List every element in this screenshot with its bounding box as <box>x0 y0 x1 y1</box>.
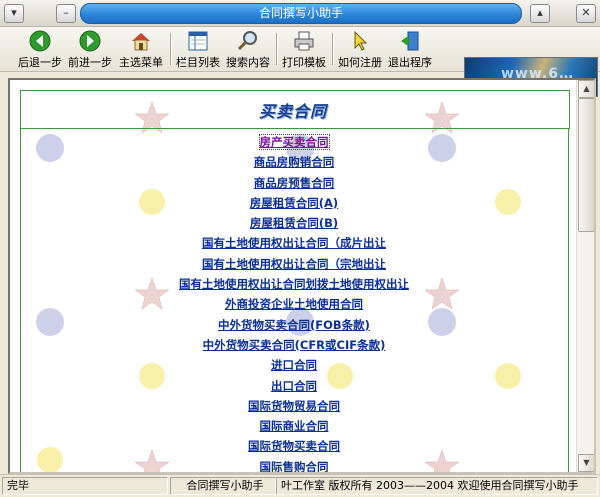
contract-link[interactable]: 国际商业合同 <box>20 416 568 436</box>
window-title: 合同撰写小助手 <box>80 3 522 24</box>
exit-button[interactable]: 退出程序 <box>388 30 432 69</box>
contract-link[interactable]: 国有土地使用权出让合同（成片出让 <box>20 233 568 253</box>
back-arrow-icon <box>29 30 51 52</box>
magnifier-icon <box>237 30 259 52</box>
maximize-button[interactable]: ▴ <box>530 4 550 23</box>
contract-link[interactable]: 出口合同 <box>20 376 568 396</box>
system-menu-button[interactable]: ▾ <box>4 4 24 23</box>
contract-link[interactable]: 房产买卖合同 <box>20 132 568 152</box>
page-heading: 买卖合同 <box>258 102 327 121</box>
print-template-button[interactable]: 打印模板 <box>282 30 326 69</box>
contract-link[interactable]: 进口合同 <box>20 355 568 375</box>
print-template-label: 打印模板 <box>282 56 326 69</box>
how-to-register-button[interactable]: 如何注册 <box>338 30 382 69</box>
toolbar: 后退一步 前进一步 主选菜单 栏目列表 搜索内容 打印模板 如何注册 退出程序 … <box>0 27 600 97</box>
contract-link[interactable]: 国际货物贸易合同 <box>20 396 568 416</box>
contract-link[interactable]: 中外货物买卖合同(CFR或CIF条款) <box>20 335 568 355</box>
column-list-label: 栏目列表 <box>176 56 220 69</box>
exit-icon <box>399 30 421 52</box>
contract-link[interactable]: 外商投资企业土地使用合同 <box>20 294 568 314</box>
contract-link[interactable]: 中外货物买卖合同(FOB条款) <box>20 315 568 335</box>
content-area: 买卖合同 房产买卖合同 商品房购销合同 商品房预售合同 房屋租赁合同(A) 房屋… <box>10 80 576 472</box>
back-button[interactable]: 后退一步 <box>18 30 62 69</box>
pointer-icon <box>349 30 371 52</box>
scroll-down-button[interactable]: ▼ <box>578 454 594 472</box>
column-list-button[interactable]: 栏目列表 <box>176 30 220 69</box>
heading-divider <box>20 128 568 129</box>
back-label: 后退一步 <box>18 56 62 69</box>
status-middle: 合同撰写小助手 <box>170 477 276 495</box>
status-left: 完毕 <box>2 477 168 495</box>
contract-link-list: 房产买卖合同 商品房购销合同 商品房预售合同 房屋租赁合同(A) 房屋租赁合同(… <box>20 132 568 472</box>
contract-link[interactable]: 国有土地使用权出让合同（宗地出让 <box>20 254 568 274</box>
contract-link[interactable]: 国际货物买卖合同 <box>20 436 568 456</box>
scroll-up-button[interactable]: ▲ <box>578 80 594 98</box>
printer-icon <box>293 30 315 52</box>
contract-link[interactable]: 国际售购合同 <box>20 457 568 472</box>
app-window: ▾ – 合同撰写小助手 ▴ ✕ 后退一步 前进一步 主选菜单 栏目列表 搜索内容… <box>0 0 600 497</box>
main-menu-label: 主选菜单 <box>119 56 163 69</box>
scroll-thumb[interactable] <box>578 98 594 232</box>
status-right: 叶工作室 版权所有 2003——2004 欢迎使用合同撰写小助手 <box>276 477 598 495</box>
exit-label: 退出程序 <box>388 56 432 69</box>
contract-link[interactable]: 商品房购销合同 <box>20 152 568 172</box>
forward-arrow-icon <box>79 30 101 52</box>
contract-link[interactable]: 房屋租赁合同(A) <box>20 193 568 213</box>
list-icon <box>187 30 209 52</box>
title-bar: ▾ – 合同撰写小助手 ▴ ✕ <box>0 0 600 27</box>
search-label: 搜索内容 <box>226 56 270 69</box>
vertical-scrollbar[interactable]: ▲ ▼ <box>576 80 594 472</box>
forward-label: 前进一步 <box>68 56 112 69</box>
minimize-button[interactable]: – <box>56 4 76 23</box>
how-to-register-label: 如何注册 <box>338 56 382 69</box>
contract-link[interactable]: 房屋租赁合同(B) <box>20 213 568 233</box>
main-menu-button[interactable]: 主选菜单 <box>118 30 164 69</box>
right-border-line <box>568 128 569 472</box>
home-icon <box>130 30 152 52</box>
contract-link[interactable]: 国有土地使用权出让合同划拨土地使用权出让 <box>20 274 568 294</box>
forward-button[interactable]: 前进一步 <box>68 30 112 69</box>
close-button[interactable]: ✕ <box>576 4 596 23</box>
search-button[interactable]: 搜索内容 <box>226 30 270 69</box>
content-frame: 买卖合同 房产买卖合同 商品房购销合同 商品房预售合同 房屋租赁合同(A) 房屋… <box>8 78 596 474</box>
contract-link[interactable]: 商品房预售合同 <box>20 173 568 193</box>
status-bar: 完毕 合同撰写小助手 叶工作室 版权所有 2003——2004 欢迎使用合同撰写… <box>0 474 600 497</box>
